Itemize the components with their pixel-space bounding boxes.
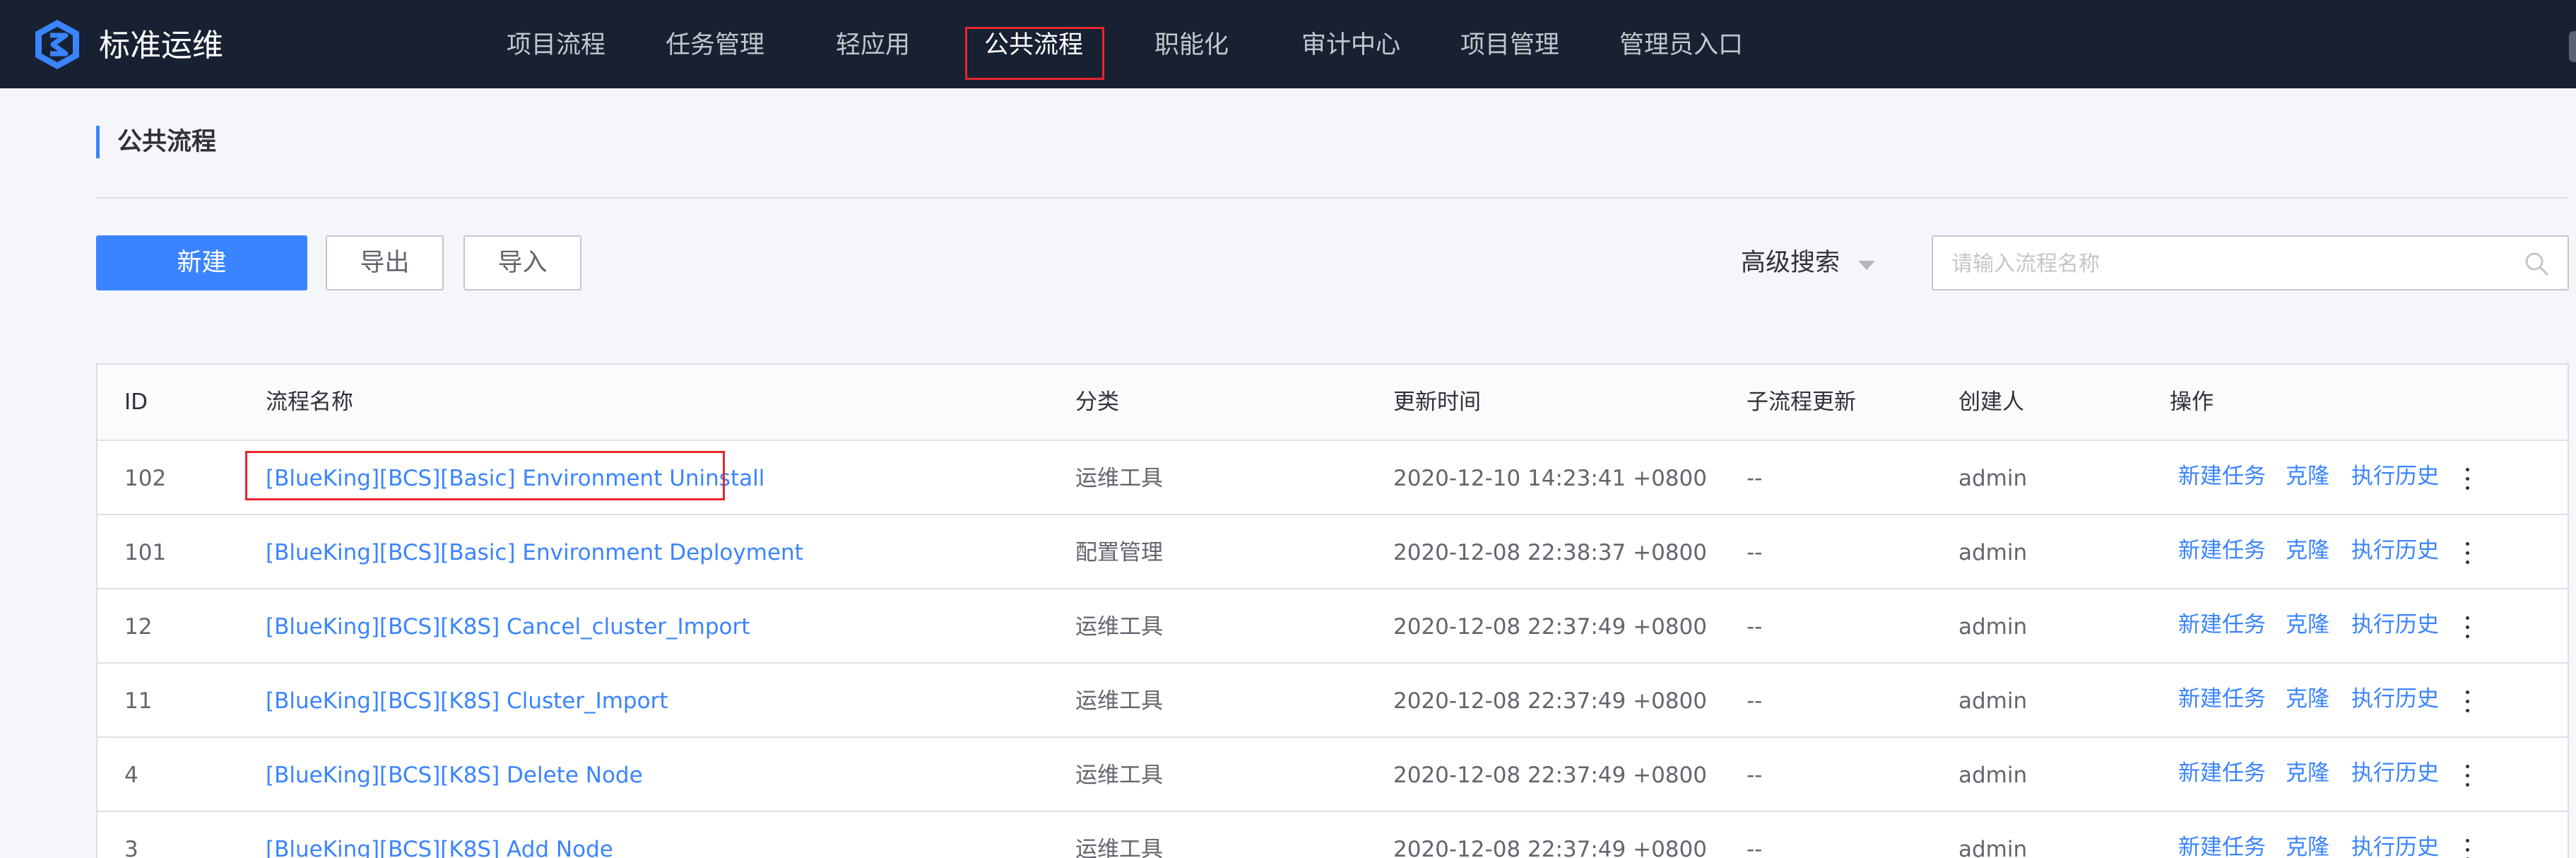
clone-link[interactable]: 克隆 bbox=[2286, 664, 2329, 736]
cell-updated: 2020-12-10 14:23:41 +0800 bbox=[1393, 466, 1707, 491]
advanced-search-toggle[interactable]: 高级搜索 bbox=[1741, 235, 1840, 290]
flow-name-link[interactable]: [BlueKing][BCS][K8S] Add Node bbox=[266, 812, 613, 858]
table-row: 4 [BlueKing][BCS][K8S] Delete Node 运维工具 202… bbox=[98, 738, 2568, 812]
cell-id: 4 bbox=[124, 763, 138, 788]
cell-id: 101 bbox=[124, 540, 167, 565]
more-vertical-icon[interactable] bbox=[2466, 690, 2470, 713]
cell-category: 运维工具 bbox=[1075, 688, 1163, 714]
cell-updated: 2020-12-08 22:37:49 +0800 bbox=[1393, 763, 1707, 788]
new-task-link[interactable]: 新建任务 bbox=[2178, 441, 2266, 514]
column-header-category: 分类 bbox=[1075, 389, 1119, 415]
cell-category: 运维工具 bbox=[1075, 466, 1163, 491]
cell-updated: 2020-12-08 22:37:49 +0800 bbox=[1393, 688, 1707, 714]
cell-category: 配置管理 bbox=[1075, 540, 1163, 565]
cell-creator: admin bbox=[1958, 763, 2028, 788]
cell-subflow-update: -- bbox=[1747, 763, 1763, 788]
clone-link[interactable]: 克隆 bbox=[2286, 441, 2329, 514]
cell-updated: 2020-12-08 22:38:37 +0800 bbox=[1393, 540, 1707, 565]
cell-subflow-update: -- bbox=[1747, 540, 1763, 565]
column-header-id: ID bbox=[124, 389, 148, 415]
nav-item-light-app[interactable]: 轻应用 bbox=[836, 0, 910, 88]
user-avatar-edge[interactable] bbox=[2569, 31, 2576, 62]
execution-history-link[interactable]: 执行历史 bbox=[2351, 441, 2439, 514]
cell-creator: admin bbox=[1958, 837, 2028, 858]
top-navbar: 标准运维 项目流程 任务管理 轻应用 公共流程 职能化 审计中心 项目管理 管理… bbox=[0, 0, 2576, 88]
table-row: 11 [BlueKing][BCS][K8S] Cluster_Import 运维工… bbox=[98, 664, 2568, 738]
cell-updated: 2020-12-08 22:37:49 +0800 bbox=[1393, 837, 1707, 858]
clone-link[interactable]: 克隆 bbox=[2286, 812, 2329, 858]
brand-name[interactable]: 标准运维 bbox=[99, 0, 223, 88]
cell-category: 运维工具 bbox=[1075, 763, 1163, 788]
clone-link[interactable]: 克隆 bbox=[2286, 515, 2329, 588]
flow-name-link[interactable]: [BlueKing][BCS][K8S] Cancel_cluster_Impo… bbox=[266, 589, 750, 662]
new-task-link[interactable]: 新建任务 bbox=[2178, 589, 2266, 662]
column-header-updated: 更新时间 bbox=[1393, 389, 1481, 415]
table-row: 12 [BlueKing][BCS][K8S] Cancel_cluster_Im… bbox=[98, 589, 2568, 664]
table-row: 101 [BlueKing][BCS][Basic] Environment De… bbox=[98, 515, 2568, 589]
execution-history-link[interactable]: 执行历史 bbox=[2351, 812, 2439, 858]
caret-down-icon[interactable] bbox=[1858, 261, 1875, 270]
execution-history-link[interactable]: 执行历史 bbox=[2351, 664, 2439, 736]
nav-annotation-box bbox=[965, 27, 1104, 80]
column-header-name: 流程名称 bbox=[266, 389, 353, 415]
new-task-link[interactable]: 新建任务 bbox=[2178, 515, 2266, 588]
cell-creator: admin bbox=[1958, 540, 2028, 565]
nav-item-functionalization[interactable]: 职能化 bbox=[1154, 0, 1229, 88]
column-header-actions: 操作 bbox=[2170, 389, 2214, 415]
cell-updated: 2020-12-08 22:37:49 +0800 bbox=[1393, 614, 1707, 640]
cell-id: 11 bbox=[124, 688, 153, 714]
search-input[interactable] bbox=[1950, 237, 2504, 290]
cell-category: 运维工具 bbox=[1075, 614, 1163, 640]
cell-subflow-update: -- bbox=[1747, 466, 1763, 491]
new-task-link[interactable]: 新建任务 bbox=[2178, 738, 2266, 811]
flow-table: ID 流程名称 分类 更新时间 子流程更新 创建人 操作 102 [BlueKin… bbox=[96, 363, 2569, 858]
cell-id: 12 bbox=[124, 614, 153, 640]
cell-subflow-update: -- bbox=[1747, 837, 1763, 858]
table-row: 3 [BlueKing][BCS][K8S] Add Node 运维工具 2020-1… bbox=[98, 812, 2568, 858]
column-header-creator: 创建人 bbox=[1958, 389, 2024, 415]
flow-name-link[interactable]: [BlueKing][BCS][K8S] Delete Node bbox=[266, 738, 643, 811]
search-icon[interactable] bbox=[2524, 251, 2549, 276]
cell-subflow-update: -- bbox=[1747, 614, 1763, 640]
cell-id: 3 bbox=[124, 837, 138, 858]
nav-item-task-management[interactable]: 任务管理 bbox=[666, 0, 764, 88]
flow-name-link[interactable]: [BlueKing][BCS][K8S] Cluster_Import bbox=[266, 664, 668, 736]
new-task-link[interactable]: 新建任务 bbox=[2178, 664, 2266, 736]
row-annotation-box bbox=[245, 451, 725, 500]
cell-creator: admin bbox=[1958, 688, 2028, 714]
new-task-link[interactable]: 新建任务 bbox=[2178, 812, 2266, 858]
import-button[interactable]: 导入 bbox=[463, 235, 581, 290]
more-vertical-icon[interactable] bbox=[2466, 765, 2470, 787]
execution-history-link[interactable]: 执行历史 bbox=[2351, 589, 2439, 662]
execution-history-link[interactable]: 执行历史 bbox=[2351, 515, 2439, 588]
flow-name-link[interactable]: [BlueKing][BCS][Basic] Environment Deplo… bbox=[266, 515, 803, 588]
cell-subflow-update: -- bbox=[1747, 688, 1763, 714]
new-button[interactable]: 新建 bbox=[96, 235, 307, 290]
execution-history-link[interactable]: 执行历史 bbox=[2351, 738, 2439, 811]
cell-creator: admin bbox=[1958, 614, 2028, 640]
clone-link[interactable]: 克隆 bbox=[2286, 738, 2329, 811]
cell-id: 102 bbox=[124, 466, 167, 491]
more-vertical-icon[interactable] bbox=[2466, 542, 2470, 565]
nav-item-project-flow[interactable]: 项目流程 bbox=[507, 0, 605, 88]
table-header: ID 流程名称 分类 更新时间 子流程更新 创建人 操作 bbox=[98, 365, 2568, 441]
more-vertical-icon[interactable] bbox=[2466, 616, 2470, 639]
bluking-gear-logo[interactable] bbox=[31, 18, 83, 71]
more-vertical-icon[interactable] bbox=[2466, 839, 2470, 858]
clone-link[interactable]: 克隆 bbox=[2286, 589, 2329, 662]
header-divider bbox=[96, 197, 2569, 199]
nav-item-audit-center[interactable]: 审计中心 bbox=[1301, 0, 1400, 88]
page-title: 公共流程 bbox=[117, 128, 217, 156]
cell-creator: admin bbox=[1958, 466, 2028, 491]
more-vertical-icon[interactable] bbox=[2466, 468, 2470, 490]
nav-item-admin-entry[interactable]: 管理员入口 bbox=[1619, 0, 1743, 88]
search-field[interactable] bbox=[1932, 235, 2569, 290]
title-accent-bar bbox=[96, 126, 100, 158]
cell-category: 运维工具 bbox=[1075, 837, 1163, 858]
column-header-subflow-update: 子流程更新 bbox=[1747, 389, 1856, 415]
nav-item-project-management[interactable]: 项目管理 bbox=[1460, 0, 1559, 88]
export-button[interactable]: 导出 bbox=[326, 235, 444, 290]
